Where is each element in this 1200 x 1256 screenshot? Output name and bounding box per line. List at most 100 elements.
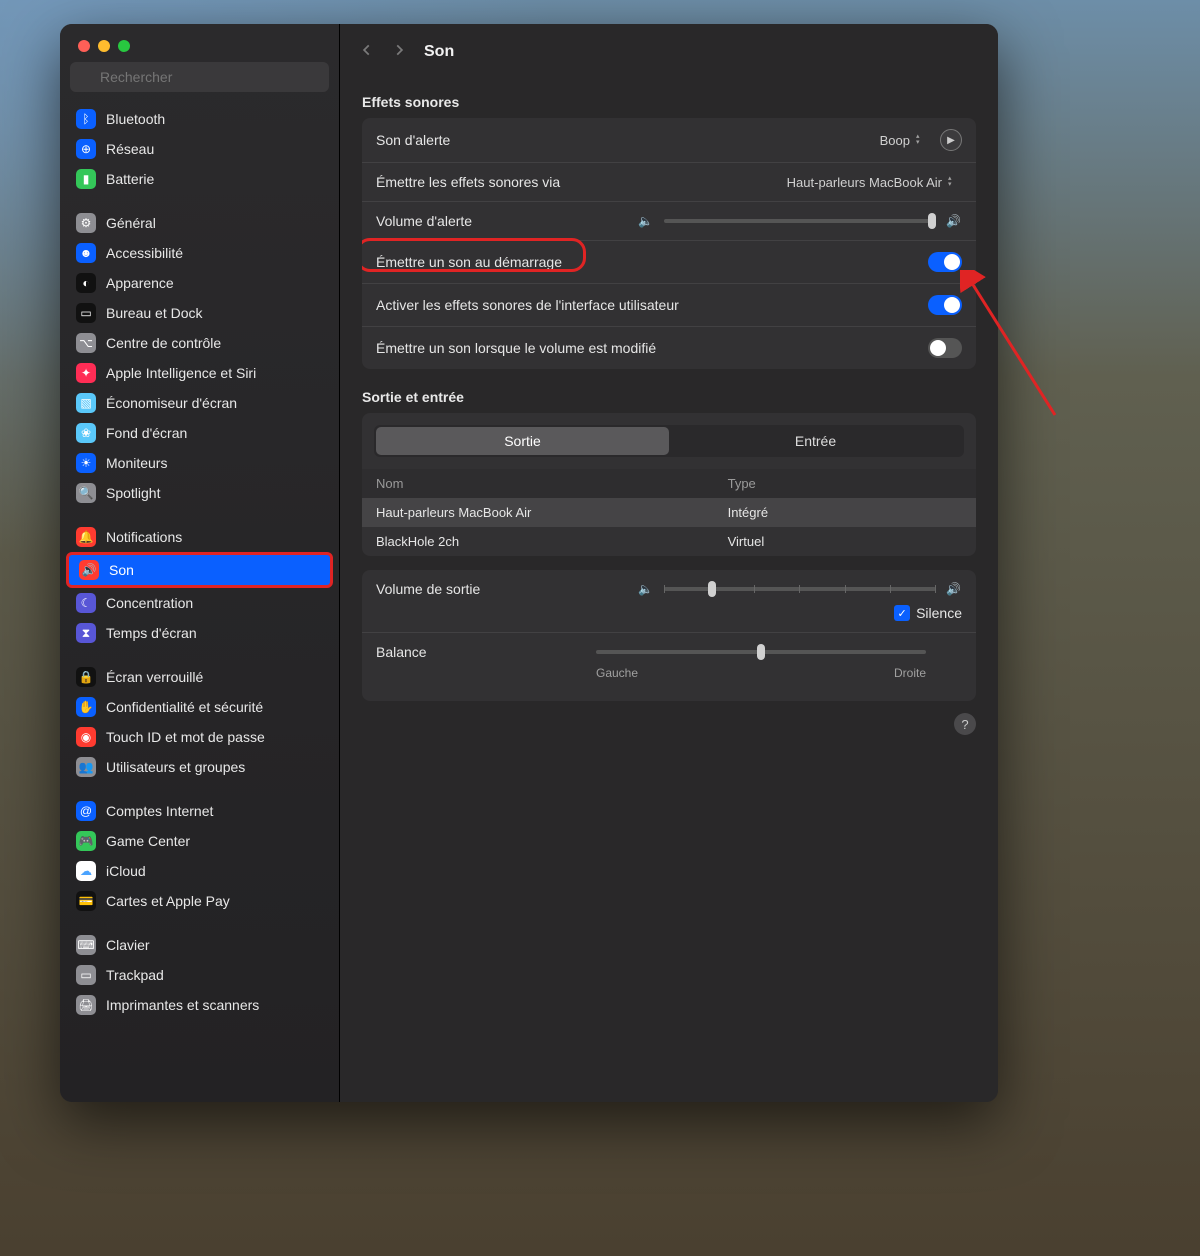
output-controls-card: Volume de sortie 🔈 🔊 ✓ Silence <box>362 570 976 701</box>
play-preview-button[interactable]: ▶ <box>940 129 962 151</box>
output-volume-row: Volume de sortie 🔈 🔊 ✓ Silence <box>362 570 976 633</box>
balance-left-label: Gauche <box>596 666 638 680</box>
io-section: Sortie et entrée Sortie Entrée Nom Type … <box>340 369 998 701</box>
effects-heading: Effets sonores <box>362 94 976 110</box>
io-heading: Sortie et entrée <box>362 389 976 405</box>
sidebar-item-touch-id-et-mot-de-passe[interactable]: ◉Touch ID et mot de passe <box>66 722 333 752</box>
io-card: Sortie Entrée Nom Type Haut-parleurs Mac… <box>362 413 976 556</box>
back-button[interactable] <box>360 43 374 62</box>
alert-sound-row: Son d'alerte Boop ▴▾ ▶ <box>362 118 976 163</box>
sidebar-item-icloud[interactable]: ☁iCloud <box>66 856 333 886</box>
mute-label: Silence <box>916 605 962 621</box>
play-effects-dropdown[interactable]: Haut-parleurs MacBook Air ▴▾ <box>787 175 962 190</box>
startup-sound-toggle[interactable] <box>928 252 962 272</box>
sidebar-item-apple-intelligence-et-siri[interactable]: ✦Apple Intelligence et Siri <box>66 358 333 388</box>
device-row[interactable]: BlackHole 2chVirtuel <box>362 527 976 556</box>
sidebar-item-label: Fond d'écran <box>106 425 187 441</box>
sidebar-item-label: Son <box>109 562 134 578</box>
sidebar-item-comptes-internet[interactable]: @Comptes Internet <box>66 796 333 826</box>
effects-card: Son d'alerte Boop ▴▾ ▶ Émettre les effet… <box>362 118 976 369</box>
sidebar-item-fond-d-cran[interactable]: ❀ Fond d'écran <box>66 418 333 448</box>
accessibilit--icon: ☻ <box>76 243 96 263</box>
notifications-icon: 🔔 <box>76 527 96 547</box>
device-name: BlackHole 2ch <box>376 534 728 549</box>
sidebar-item-moniteurs[interactable]: ☀Moniteurs <box>66 448 333 478</box>
ui-sound-toggle[interactable] <box>928 295 962 315</box>
chevron-updown-icon: ▴▾ <box>948 176 962 188</box>
volume-high-icon: 🔊 <box>946 582 962 596</box>
trackpad-icon: ▭ <box>76 965 96 985</box>
utilisateurs-et-groupes-icon: 👥 <box>76 757 96 777</box>
sidebar-item--cran-verrouill-[interactable]: 🔒 Écran verrouillé <box>66 662 333 692</box>
effects-section: Effets sonores Son d'alerte Boop ▴▾ ▶ Ém… <box>340 74 998 369</box>
icloud-icon: ☁ <box>76 861 96 881</box>
tab-output[interactable]: Sortie <box>376 427 669 455</box>
sidebar-item-label: Apple Intelligence et Siri <box>106 365 256 381</box>
sidebar-item-game-center[interactable]: 🎮Game Center <box>66 826 333 856</box>
sidebar-item-label: Écran verrouillé <box>106 669 203 685</box>
output-volume-slider[interactable]: 🔈 🔊 <box>638 582 962 596</box>
search-wrap <box>60 62 339 100</box>
volume-change-toggle[interactable] <box>928 338 962 358</box>
help-button[interactable]: ? <box>954 713 976 735</box>
sidebar-item-cartes-et-apple-pay[interactable]: 💳Cartes et Apple Pay <box>66 886 333 916</box>
imprimantes-et-scanners-icon: 🖨 <box>76 995 96 1015</box>
device-row[interactable]: Haut-parleurs MacBook AirIntégré <box>362 498 976 527</box>
mute-checkbox[interactable]: ✓ <box>894 605 910 621</box>
window-controls <box>60 24 339 62</box>
sidebar-item-batterie[interactable]: ▮Batterie <box>66 164 333 194</box>
volume-low-icon: 🔈 <box>638 214 654 228</box>
sidebar-item-concentration[interactable]: ☾Concentration <box>66 588 333 618</box>
fullscreen-button[interactable] <box>118 40 130 52</box>
-cran-verrouill--icon: 🔒 <box>76 667 96 687</box>
sidebar-item-utilisateurs-et-groupes[interactable]: 👥 Utilisateurs et groupes <box>66 752 333 782</box>
sidebar-item-label: Bluetooth <box>106 111 165 127</box>
sidebar-item-spotlight[interactable]: 🔍Spotlight <box>66 478 333 508</box>
sidebar-item-accessibilit-[interactable]: ☻Accessibilité <box>66 238 333 268</box>
close-button[interactable] <box>78 40 90 52</box>
sidebar-item-apparence[interactable]: ◐Apparence <box>66 268 333 298</box>
sidebar-item-label: Confidentialité et sécurité <box>106 699 263 715</box>
spotlight-icon: 🔍 <box>76 483 96 503</box>
sidebar-item-son[interactable]: 🔊Son <box>66 552 333 588</box>
sidebar-item-temps-d-cran[interactable]: ⧗Temps d'écran <box>66 618 333 648</box>
sidebar-item--conomiseur-d-cran[interactable]: ▧Économiseur d'écran <box>66 388 333 418</box>
sidebar-item-label: Temps d'écran <box>106 625 197 641</box>
sidebar-item-confidentialit-et-s-curit-[interactable]: ✋Confidentialité et sécurité <box>66 692 333 722</box>
alert-volume-slider[interactable]: 🔈 🔊 <box>638 214 962 228</box>
balance-slider[interactable] <box>596 650 962 654</box>
sidebar-list: ᛒ Bluetooth ⊕Réseau▮Batterie ⚙Général☻Acces… <box>60 100 339 1024</box>
game-center-icon: 🎮 <box>76 831 96 851</box>
search-input[interactable] <box>70 62 329 92</box>
sidebar-item-g-n-ral[interactable]: ⚙Général <box>66 208 333 238</box>
sidebar-item-imprimantes-et-scanners[interactable]: 🖨Imprimantes et scanners <box>66 990 333 1020</box>
forward-button[interactable] <box>392 43 406 62</box>
balance-right-label: Droite <box>894 666 926 680</box>
content-pane: Son Effets sonores Son d'alerte Boop ▴▾ … <box>340 24 998 1102</box>
sidebar-item-bureau-et-dock[interactable]: ▭Bureau et Dock <box>66 298 333 328</box>
volume-high-icon: 🔊 <box>946 214 962 228</box>
settings-window: ᛒ Bluetooth ⊕Réseau▮Batterie ⚙Général☻Acces… <box>60 24 998 1102</box>
fond-d-cran-icon: ❀ <box>76 423 96 443</box>
sidebar-item-trackpad[interactable]: ▭Trackpad <box>66 960 333 990</box>
col-name-header: Nom <box>376 476 728 491</box>
sidebar-item-r-seau[interactable]: ⊕Réseau <box>66 134 333 164</box>
col-type-header: Type <box>728 476 962 491</box>
tab-input[interactable]: Entrée <box>669 427 962 455</box>
alert-sound-dropdown[interactable]: Boop ▴▾ <box>880 133 930 148</box>
sidebar-item-bluetooth[interactable]: ᛒ Bluetooth <box>66 104 333 134</box>
sidebar-item-notifications[interactable]: 🔔Notifications <box>66 522 333 552</box>
alert-sound-label: Son d'alerte <box>376 132 880 148</box>
sidebar-item-centre-de-contr-le[interactable]: ⌥Centre de contrôle <box>66 328 333 358</box>
toolbar: Son <box>340 24 998 74</box>
alert-volume-label: Volume d'alerte <box>376 213 638 229</box>
sidebar-item-clavier[interactable]: ⌨Clavier <box>66 930 333 960</box>
moniteurs-icon: ☀ <box>76 453 96 473</box>
bluetooth-icon: ᛒ <box>76 109 96 129</box>
minimize-button[interactable] <box>98 40 110 52</box>
page-title: Son <box>424 43 454 61</box>
ui-sound-label: Activer les effets sonores de l'interfac… <box>376 297 928 313</box>
r-seau-icon: ⊕ <box>76 139 96 159</box>
sidebar-item-label: Utilisateurs et groupes <box>106 759 245 775</box>
volume-change-label: Émettre un son lorsque le volume est mod… <box>376 340 928 356</box>
